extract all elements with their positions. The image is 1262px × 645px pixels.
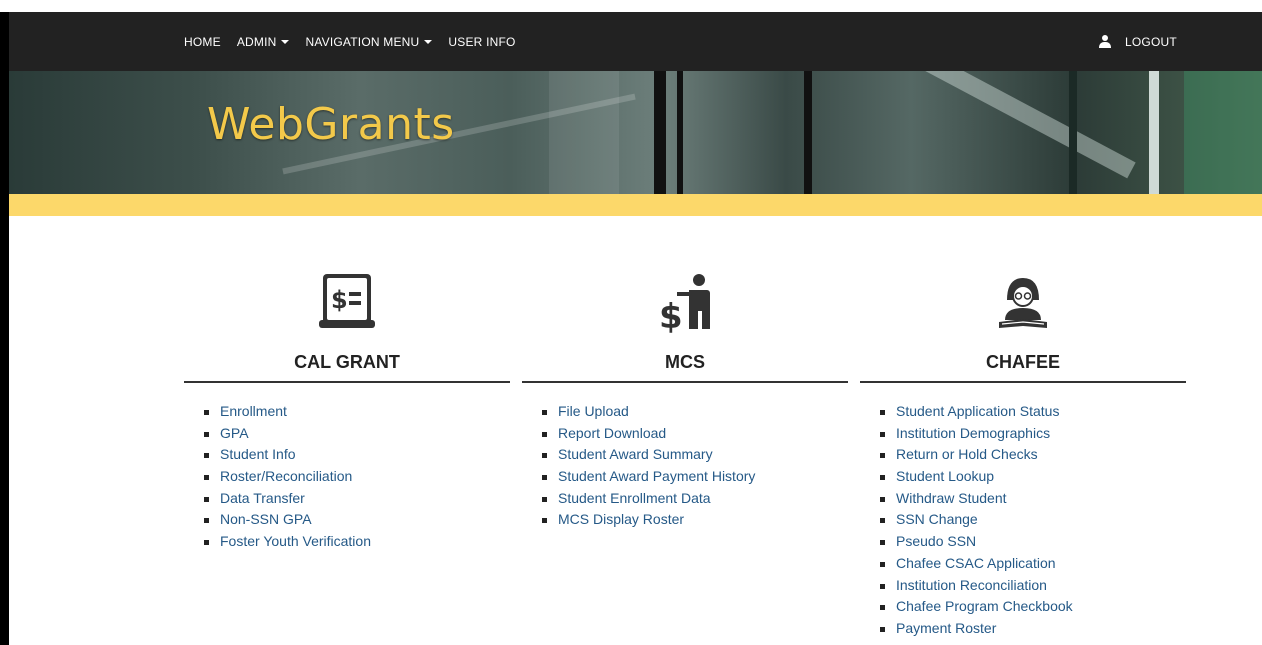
user-icon	[1099, 34, 1111, 49]
top-navbar: HOME ADMIN NAVIGATION MENU USER INFO LOG…	[9, 12, 1262, 71]
link-ssn-change[interactable]: SSN Change	[880, 509, 1073, 531]
chafee-link-list: Student Application Status Institution D…	[880, 401, 1073, 640]
link-data-transfer[interactable]: Data Transfer	[204, 488, 371, 510]
link-pseudo-ssn[interactable]: Pseudo SSN	[880, 531, 1073, 553]
section-title: CAL GRANT	[294, 352, 400, 372]
nav-admin-label: ADMIN	[236, 34, 277, 49]
link-student-enrollment-data[interactable]: Student Enrollment Data	[542, 488, 755, 510]
logout-label: LOGOUT	[1125, 34, 1177, 49]
page: HOME ADMIN NAVIGATION MENU USER INFO LOG…	[9, 12, 1262, 645]
link-student-award-payment-history[interactable]: Student Award Payment History	[542, 466, 755, 488]
nav-user-info-label: USER INFO	[448, 34, 516, 49]
accent-band	[9, 194, 1262, 216]
top-margin	[0, 0, 1262, 12]
link-return-or-hold-checks[interactable]: Return or Hold Checks	[880, 444, 1073, 466]
presenter-dollar-icon: $	[655, 270, 715, 337]
mcs-link-list: File Upload Report Download Student Awar…	[542, 401, 755, 531]
hero-banner: WebGrants	[9, 71, 1262, 194]
nav-admin-dropdown[interactable]: ADMIN	[237, 35, 290, 49]
nav-home-label: HOME	[184, 34, 221, 49]
nav-navigation-menu-dropdown[interactable]: NAVIGATION MENU	[305, 34, 433, 49]
link-payment-roster[interactable]: Payment Roster	[880, 618, 1073, 640]
link-institution-demographics[interactable]: Institution Demographics	[880, 423, 1073, 445]
link-enrollment[interactable]: Enrollment	[204, 401, 371, 423]
link-student-lookup[interactable]: Student Lookup	[880, 466, 1073, 488]
link-non-ssn-gpa[interactable]: Non-SSN GPA	[204, 509, 371, 531]
section-title: MCS	[665, 352, 705, 372]
nav-user-info[interactable]: USER INFO	[448, 35, 515, 49]
link-roster-reconciliation[interactable]: Roster/Reconciliation	[204, 466, 371, 488]
link-gpa[interactable]: GPA	[204, 423, 371, 445]
link-chafee-program-checkbook[interactable]: Chafee Program Checkbook	[880, 596, 1073, 618]
svg-text:$: $	[331, 286, 348, 314]
link-mcs-display-roster[interactable]: MCS Display Roster	[542, 509, 755, 531]
link-student-award-summary[interactable]: Student Award Summary	[542, 444, 755, 466]
link-foster-youth-verification[interactable]: Foster Youth Verification	[204, 531, 371, 553]
logout-link[interactable]: LOGOUT	[1099, 12, 1177, 71]
section-title: CHAFEE	[985, 352, 1060, 372]
nav-home[interactable]: HOME	[184, 35, 221, 49]
student-reading-icon	[993, 270, 1053, 334]
link-file-upload[interactable]: File Upload	[542, 401, 755, 423]
caret-down-icon	[281, 39, 290, 44]
site-title: WebGrants	[207, 99, 455, 150]
link-institution-reconciliation[interactable]: Institution Reconciliation	[880, 575, 1073, 597]
section-divider	[860, 381, 1186, 383]
link-report-download[interactable]: Report Download	[542, 423, 755, 445]
link-student-info[interactable]: Student Info	[204, 444, 371, 466]
receipt-dollar-icon: $	[317, 270, 377, 334]
section-divider	[184, 381, 510, 383]
link-chafee-csac-application[interactable]: Chafee CSAC Application	[880, 553, 1073, 575]
link-withdraw-student[interactable]: Withdraw Student	[880, 488, 1073, 510]
left-frame-border	[0, 12, 9, 645]
svg-text:$: $	[659, 297, 683, 334]
section-divider	[522, 381, 848, 383]
link-student-application-status[interactable]: Student Application Status	[880, 401, 1073, 423]
cal-grant-link-list: Enrollment GPA Student Info Roster/Recon…	[204, 401, 371, 553]
nav-menu: HOME ADMIN NAVIGATION MENU USER INFO	[184, 12, 532, 71]
nav-navigation-menu-label: NAVIGATION MENU	[305, 34, 420, 49]
caret-down-icon	[424, 39, 433, 44]
